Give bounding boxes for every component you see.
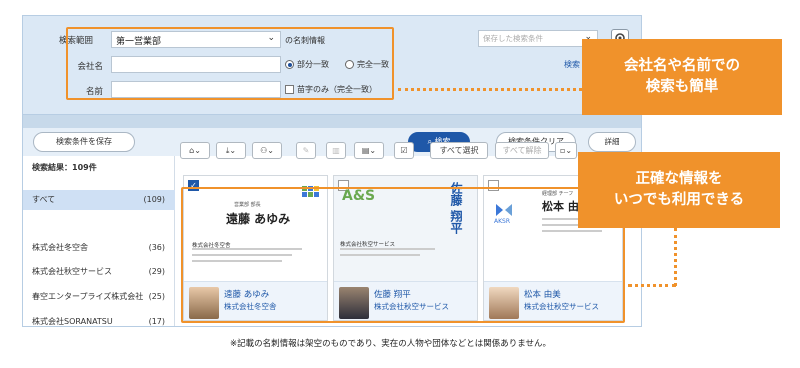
sidebar-item-count: (25) (148, 292, 165, 301)
pencil-icon: ✎ (302, 146, 310, 155)
sidebar-item-fuyusora[interactable]: 株式会社冬空舎 (36) (23, 238, 175, 258)
connector-bottom-v (674, 228, 677, 286)
callout-accuracy: 正確な情報を いつでも利用できる (578, 152, 780, 228)
sidebar-item-count: (109) (143, 195, 165, 204)
note-icon: ☑ (400, 146, 408, 155)
sidebar-item-label: すべて (32, 195, 56, 204)
sidebar-item-count: (17) (148, 317, 165, 326)
sidebar-item-label: 株式会社秋空サービス (32, 267, 112, 276)
card-list-highlight (181, 187, 625, 323)
note-button[interactable]: ☑ (394, 142, 414, 159)
card-view-icon: ▤⌄ (361, 146, 377, 155)
select-all-button[interactable]: すべて選択 (430, 142, 488, 159)
callout-search-line2: 検索も簡単 (645, 79, 719, 95)
tag-icon: ⌂⌄ (189, 146, 201, 155)
sidebar-item-label: 株式会社冬空舎 (32, 243, 88, 252)
card-view-button[interactable]: ▤⌄ (354, 142, 384, 159)
sidebar-item-soranatsu[interactable]: 株式会社SORANATSU (17) (23, 312, 175, 326)
sidebar-item-harusora[interactable]: 春空エンタープライズ株式会社 (25) (23, 287, 175, 307)
saved-conditions-select[interactable]: 保存した検索条件 ⌄ (478, 30, 598, 47)
edit-button[interactable]: ✎ (296, 142, 316, 159)
share-button[interactable]: ⚇⌄ (252, 142, 282, 159)
detail-toggle[interactable]: 詳細 (588, 132, 636, 152)
sidebar-item-akizora[interactable]: 株式会社秋空サービス (29) (23, 262, 175, 282)
sidebar-item-label: 株式会社SORANATSU (32, 317, 113, 326)
view-mode-button[interactable]: ▫⌄ (555, 142, 577, 159)
callout-search-line1: 会社名や名前での (624, 58, 740, 74)
callout-accuracy-line2: いつでも利用できる (613, 192, 745, 208)
sidebar-item-count: (36) (148, 243, 165, 252)
connector-bottom-h (628, 284, 676, 287)
panel-divider (23, 114, 641, 128)
disclaimer-footnote: ※記載の名刺情報は架空のものであり、実在の人物や団体などとは関係ありません。 (230, 339, 551, 349)
company-filter-sidebar: 検索結果：109件 すべて (109) 株式会社冬空舎 (36) 株式会社秋空サ… (23, 156, 175, 326)
tag-button[interactable]: ⌂⌄ (180, 142, 210, 159)
save-conditions-button[interactable]: 検索条件を保存 (33, 132, 135, 152)
search-fields-highlight (66, 27, 394, 100)
user-share-icon: ⚇⌄ (260, 146, 274, 155)
trash-icon: ▥ (332, 146, 340, 155)
sidebar-item-count: (29) (148, 267, 165, 276)
callout-accuracy-line1: 正確な情報を (635, 171, 723, 187)
saved-conditions-placeholder: 保存した検索条件 (483, 34, 543, 43)
download-button[interactable]: ⤓⌄ (216, 142, 246, 159)
detail-toggle-label: 詳細 (604, 137, 620, 146)
delete-button[interactable]: ▥ (326, 142, 346, 159)
square-icon: ▫⌄ (559, 146, 573, 155)
sidebar-item-label: 春空エンタープライズ株式会社 (32, 292, 144, 301)
search-link[interactable]: 検索 (564, 59, 580, 70)
sidebar-item-all[interactable]: すべて (109) (23, 190, 175, 210)
connector-top (398, 88, 582, 91)
callout-search: 会社名や名前での 検索も簡単 (582, 39, 782, 115)
download-icon: ⤓⌄ (225, 146, 237, 155)
deselect-all-button[interactable]: すべて解除 (495, 142, 549, 159)
result-count: 検索結果：109件 (32, 163, 97, 172)
